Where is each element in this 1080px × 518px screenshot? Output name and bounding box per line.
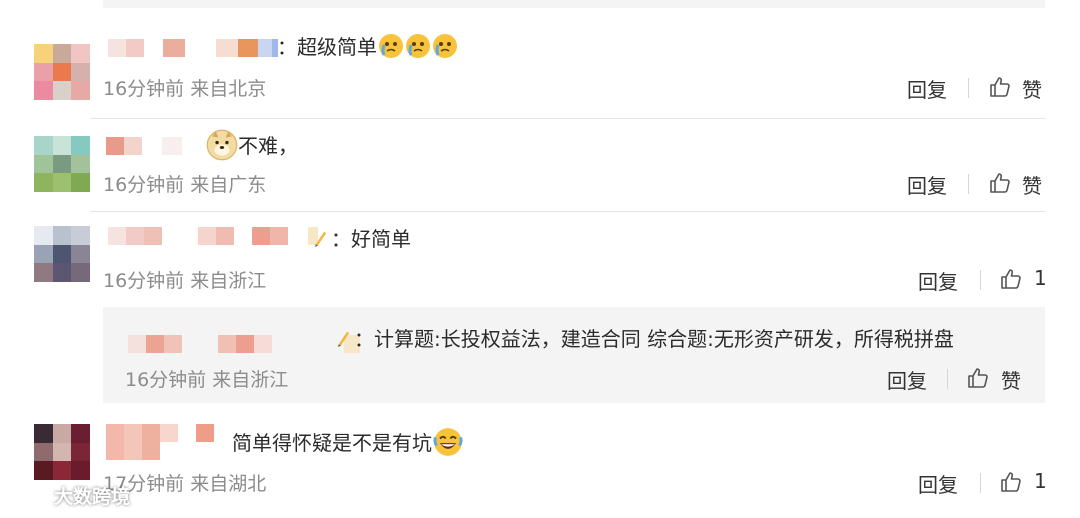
- comment-text: 简单得怀疑是不是有坑: [232, 427, 463, 457]
- like-button-label[interactable]: 赞: [1022, 74, 1042, 103]
- comment-text: ：超级简单: [277, 33, 458, 61]
- username[interactable]: [106, 137, 182, 155]
- sub-reply-text-content: ：计算题:长投权益法，建造合同 综合题:无形资产研发，所得税拼盘: [354, 327, 954, 351]
- previous-reply-box: [103, 0, 1045, 8]
- comment-meta: 16分钟前 来自广东: [103, 174, 267, 196]
- action-divider: [980, 473, 981, 493]
- reply-button[interactable]: 回复: [918, 266, 958, 295]
- avatar[interactable]: [34, 226, 90, 282]
- comment-meta: 16分钟前 来自浙江: [103, 270, 267, 292]
- like-count[interactable]: 1: [1034, 469, 1047, 493]
- comment-divider: [90, 211, 1045, 212]
- laughing-tears-icon: [432, 428, 463, 456]
- thumbs-up-icon[interactable]: [999, 470, 1023, 494]
- avatar[interactable]: [34, 44, 90, 100]
- sub-reply-box: ：计算题:长投权益法，建造合同 综合题:无形资产研发，所得税拼盘 16分钟前 来…: [103, 307, 1045, 403]
- action-divider: [947, 369, 948, 389]
- watermark-text: 大数跨境: [54, 486, 131, 508]
- username[interactable]: [108, 227, 330, 245]
- watermark: 大数跨境: [10, 482, 130, 509]
- reply-button[interactable]: 回复: [907, 74, 947, 103]
- sub-reply-meta: 16分钟前 来自浙江: [125, 369, 289, 391]
- username[interactable]: [108, 39, 278, 57]
- reply-button[interactable]: 回复: [907, 170, 947, 199]
- reply-button[interactable]: 回复: [887, 365, 927, 394]
- action-divider: [968, 174, 969, 194]
- comment-text-content: 不难，: [238, 134, 298, 158]
- weibo-logo-icon: [11, 489, 48, 505]
- doge-face-icon: [205, 129, 238, 161]
- comment-text: ：好简单: [312, 225, 411, 253]
- thumbs-up-icon[interactable]: [999, 267, 1023, 291]
- like-button-label[interactable]: 赞: [1001, 365, 1021, 394]
- sub-reply-text: ：计算题:长投权益法，建造合同 综合题:无形资产研发，所得税拼盘: [335, 325, 954, 353]
- comment-divider: [90, 118, 1045, 119]
- username[interactable]: [128, 335, 360, 353]
- crying-face-icon: [377, 34, 458, 59]
- thumbs-up-icon[interactable]: [988, 171, 1012, 195]
- comment-meta: 16分钟前 来自北京: [103, 78, 267, 100]
- thumbs-up-icon[interactable]: [966, 366, 990, 390]
- like-button-label[interactable]: 赞: [1022, 170, 1042, 199]
- action-divider: [980, 270, 981, 290]
- username[interactable]: [106, 424, 216, 460]
- thumbs-up-icon[interactable]: [988, 75, 1012, 99]
- avatar[interactable]: [34, 136, 90, 192]
- comment-text: 不难，: [205, 129, 298, 161]
- pencil-icon: [335, 327, 354, 351]
- action-divider: [968, 78, 969, 98]
- comment-text-content: ：好简单: [331, 227, 411, 251]
- avatar[interactable]: [34, 424, 90, 480]
- reply-button[interactable]: 回复: [918, 469, 958, 498]
- comment-text-content: 简单得怀疑是不是有坑: [232, 431, 432, 455]
- pencil-icon: [312, 227, 331, 251]
- comment-text-content: ：超级简单: [277, 35, 377, 59]
- like-count[interactable]: 1: [1034, 266, 1047, 290]
